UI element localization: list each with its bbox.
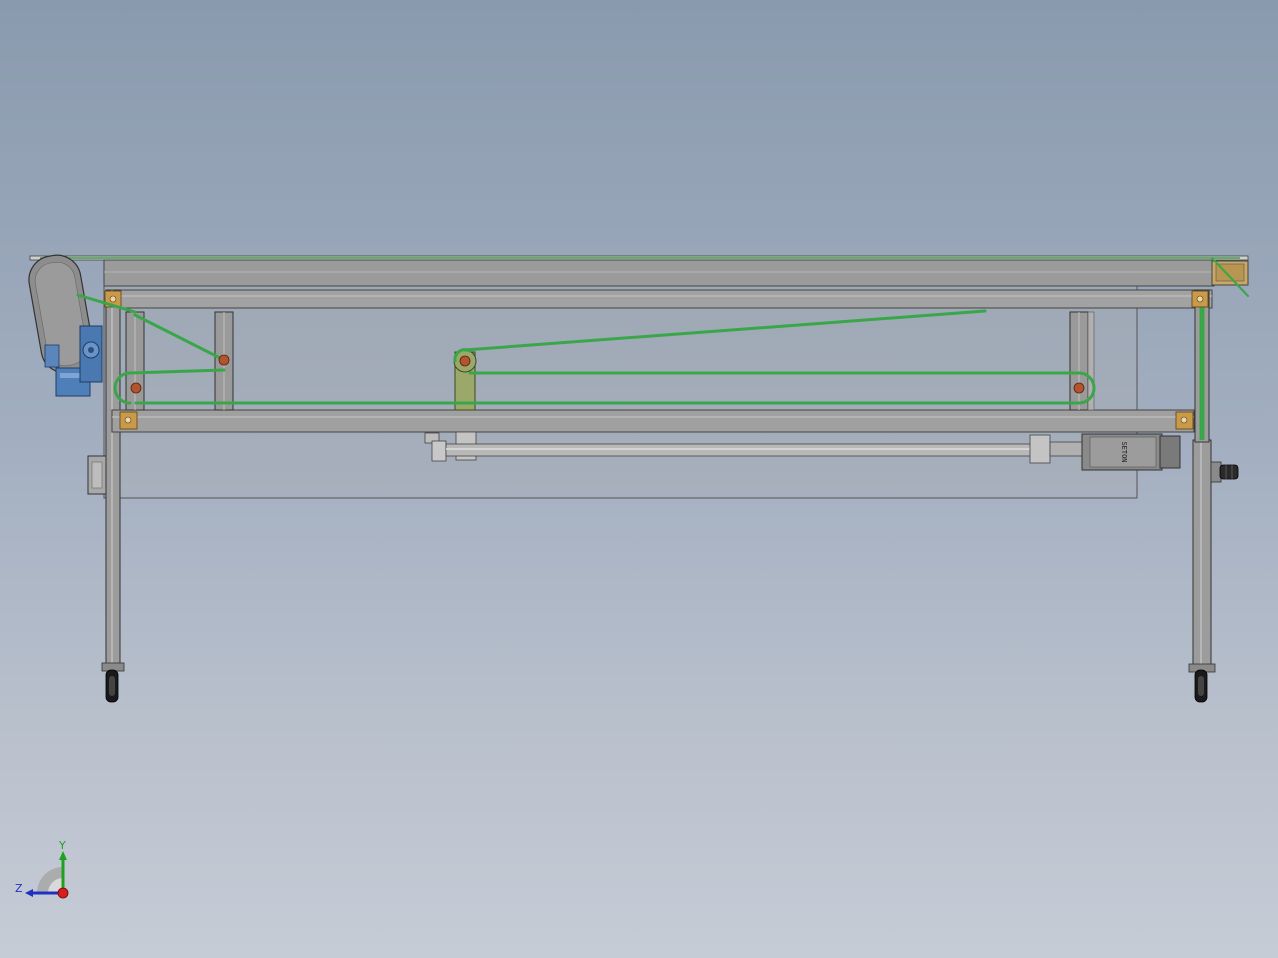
lower-frame-rail [111,409,1195,433]
z-axis-label: Z [15,882,23,895]
upper-frame-rail [111,289,1213,309]
axis-triad: Y Z [15,839,69,899]
servo-motor-label: SETON [1120,441,1128,462]
servo-motor: SETON [1081,433,1181,471]
left-caster-wheel [105,669,119,703]
right-caster-wheel [1194,669,1208,703]
top-rail [29,255,1249,287]
y-axis-label: Y [58,839,66,852]
right-adjust-knob [1210,461,1239,483]
x-axis-dot [57,887,69,899]
conveyor-side-view: SETON Y Z [15,254,1249,899]
pulley-post-1 [125,311,145,411]
cad-viewport[interactable]: SETON Y Z [0,0,1278,958]
side-control-box [87,455,107,495]
